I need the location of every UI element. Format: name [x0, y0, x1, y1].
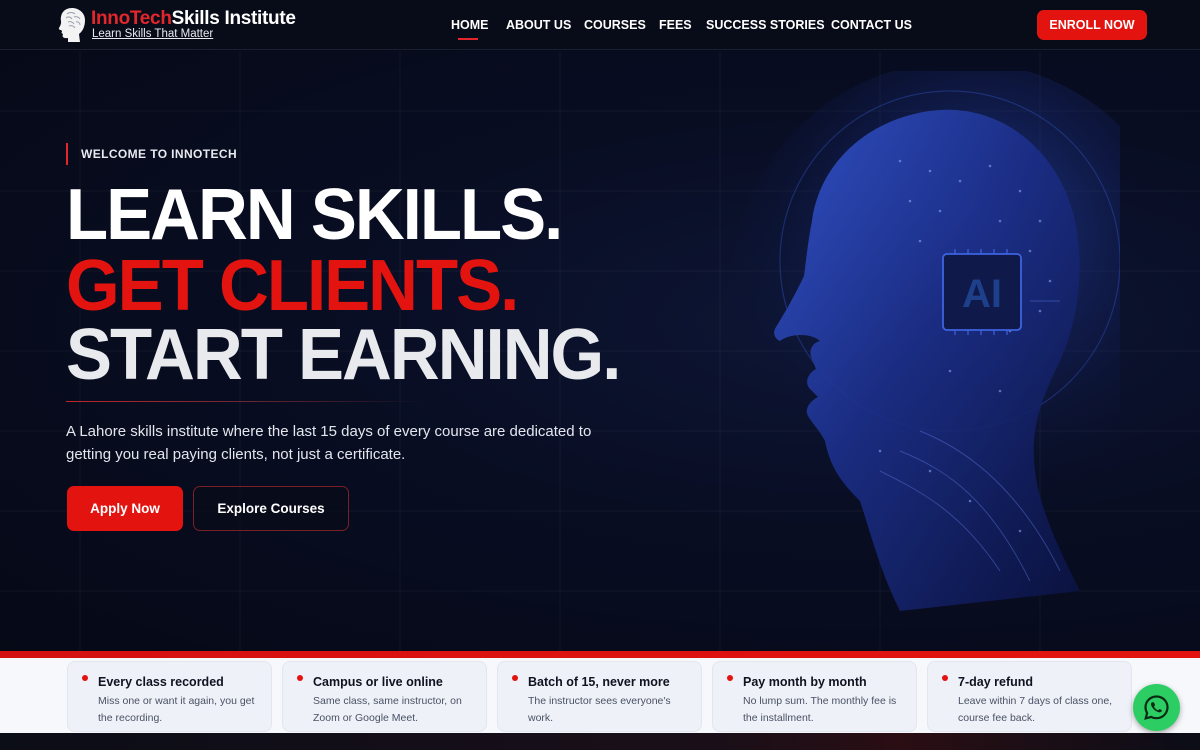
eyebrow-accent-bar: [66, 143, 68, 165]
hero-divider: [66, 401, 426, 402]
feature-title: Every class recorded: [98, 675, 224, 689]
site-header: InnoTechSkills Institute Learn Skills Th…: [0, 0, 1200, 50]
feature-card-refund: 7-day refund Leave within 7 days of clas…: [927, 661, 1132, 732]
nav-item-about-us[interactable]: ABOUT US: [506, 18, 571, 32]
hero-headline-line-3: START EARNING.: [66, 313, 621, 395]
feature-bullet: [297, 675, 303, 681]
feature-bullet: [82, 675, 88, 681]
feature-description: Miss one or want it again, you get the r…: [98, 695, 255, 724]
nav-item-courses[interactable]: COURSES: [584, 18, 646, 32]
feature-card-campus-online: Campus or live online Same class, same i…: [282, 661, 487, 732]
feature-description: No lump sum. The monthly fee is the inst…: [743, 695, 897, 724]
feature-title: Campus or live online: [313, 675, 443, 689]
nav-item-success-stories[interactable]: SUCCESS STORIES: [706, 18, 825, 32]
feature-description: Leave within 7 days of class one, course…: [958, 695, 1113, 724]
ai-chip-label: AI: [962, 272, 1002, 316]
nav-item-contact-us[interactable]: CONTACT US: [831, 18, 912, 32]
feature-card-recorded: Every class recorded Miss one or want it…: [67, 661, 272, 732]
feature-bullet: [512, 675, 518, 681]
hero-headline-line-2: GET CLIENTS.: [66, 244, 519, 326]
feature-description: The instructor sees everyone's work.: [528, 695, 671, 724]
features-bar: Every class recorded Miss one or want it…: [0, 658, 1200, 733]
feature-card-batch-size: Batch of 15, never more The instructor s…: [497, 661, 702, 732]
bottom-band: [0, 733, 1200, 750]
hero-headline-line-1: LEARN SKILLS.: [66, 173, 563, 255]
whatsapp-chat-button[interactable]: [1133, 684, 1180, 731]
feature-bullet: [727, 675, 733, 681]
feature-card-monthly-pay: Pay month by month No lump sum. The mont…: [712, 661, 917, 732]
main-nav: HOME ABOUT US COURSES FEES SUCCESS STORI…: [0, 18, 1200, 40]
feature-accent-strip: [0, 651, 1200, 658]
hero-eyebrow: WELCOME TO INNOTECH: [81, 147, 238, 161]
nav-item-home[interactable]: HOME: [451, 18, 489, 32]
feature-title: Pay month by month: [743, 675, 867, 689]
nav-item-fees[interactable]: FEES: [659, 18, 692, 32]
hero-section: AI WELCOME TO INNOTECH LEARN SKILLS. GET…: [0, 51, 1200, 651]
apply-now-button[interactable]: Apply Now: [67, 486, 183, 531]
whatsapp-icon: [1144, 695, 1169, 720]
nav-active-indicator: [458, 38, 478, 40]
explore-courses-button[interactable]: Explore Courses: [193, 486, 349, 531]
hero-description: A Lahore skills institute where the last…: [66, 423, 592, 463]
feature-title: 7-day refund: [958, 675, 1034, 689]
feature-title: Batch of 15, never more: [528, 675, 670, 689]
ai-head-illustration: AI: [730, 71, 1120, 611]
enroll-now-button[interactable]: ENROLL NOW: [1037, 10, 1147, 40]
feature-bullet: [942, 675, 948, 681]
feature-description: Same class, same instructor, on Zoom or …: [313, 695, 462, 724]
